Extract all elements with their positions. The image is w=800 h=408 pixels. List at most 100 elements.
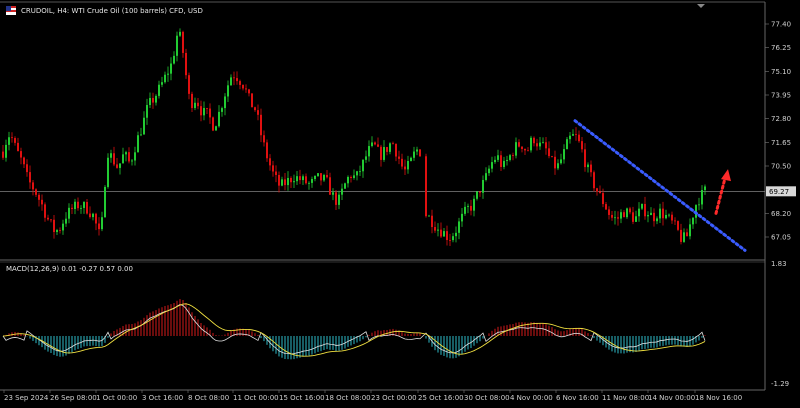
candle bbox=[650, 207, 652, 216]
macd-line bbox=[2, 304, 706, 355]
candle bbox=[542, 137, 544, 144]
candle bbox=[131, 159, 133, 166]
candle bbox=[59, 227, 61, 234]
candle bbox=[656, 216, 658, 225]
scroll-marker-icon[interactable] bbox=[697, 4, 705, 8]
candle bbox=[128, 147, 130, 164]
candle bbox=[560, 153, 562, 165]
candle bbox=[614, 210, 616, 225]
candle bbox=[215, 125, 217, 131]
candle bbox=[554, 150, 556, 175]
candle bbox=[179, 28, 181, 38]
candle bbox=[35, 188, 37, 197]
price-tick-label: 70.50 bbox=[771, 163, 791, 171]
candle bbox=[404, 159, 406, 175]
price-chart[interactable]: CRUDOIL, H4: WTI Crude Oil (100 barrels)… bbox=[0, 0, 800, 408]
candle bbox=[377, 137, 379, 148]
candle bbox=[401, 153, 403, 170]
candle bbox=[56, 228, 58, 235]
candle bbox=[161, 76, 163, 88]
candle bbox=[287, 171, 289, 191]
candle bbox=[188, 72, 190, 100]
candle bbox=[500, 150, 502, 171]
candle bbox=[176, 31, 178, 62]
candle bbox=[68, 203, 70, 224]
candle bbox=[506, 155, 508, 166]
candle bbox=[221, 106, 223, 117]
candle bbox=[251, 93, 253, 108]
candle bbox=[323, 173, 325, 182]
candle bbox=[617, 211, 619, 226]
candle bbox=[641, 203, 643, 210]
candle bbox=[335, 189, 337, 211]
candle bbox=[137, 131, 139, 153]
time-tick-label: 11 Nov 08:00 bbox=[602, 394, 649, 402]
time-tick-label: 26 Sep 08:00 bbox=[50, 394, 97, 402]
candle bbox=[20, 147, 22, 165]
candle bbox=[425, 153, 427, 218]
time-tick-label: 23 Sep 2024 bbox=[4, 394, 49, 402]
candle bbox=[62, 219, 64, 235]
candle bbox=[476, 191, 478, 201]
candle bbox=[218, 105, 220, 128]
candle bbox=[416, 146, 418, 156]
candle bbox=[299, 169, 301, 185]
candle bbox=[536, 138, 538, 151]
candle bbox=[530, 135, 532, 153]
downtrend-line[interactable] bbox=[573, 119, 747, 252]
candle bbox=[539, 136, 541, 150]
candle bbox=[392, 141, 394, 145]
candle bbox=[98, 217, 100, 236]
candle bbox=[320, 172, 322, 186]
candle bbox=[170, 57, 172, 81]
current-price-badge: 69.27 bbox=[766, 186, 796, 197]
candle bbox=[419, 149, 421, 157]
time-axis[interactable]: 23 Sep 2024 26 Sep 08:00 1 Oct 00:00 3 Oct … bbox=[3, 390, 742, 402]
candle bbox=[518, 139, 520, 148]
candle bbox=[368, 140, 370, 162]
candle bbox=[563, 144, 565, 164]
arrow-head-icon bbox=[721, 169, 731, 182]
candle bbox=[497, 149, 499, 163]
candle bbox=[26, 159, 28, 177]
candle bbox=[107, 153, 109, 189]
candle bbox=[395, 143, 397, 162]
candle bbox=[266, 139, 268, 162]
candle bbox=[413, 146, 415, 161]
time-tick-label: 25 Oct 16:00 bbox=[418, 394, 464, 402]
candle bbox=[230, 74, 232, 86]
candle bbox=[77, 197, 79, 211]
candle bbox=[503, 156, 505, 170]
candle bbox=[278, 171, 280, 193]
price-tick-label: 68.20 bbox=[771, 210, 791, 218]
candle bbox=[233, 71, 235, 86]
candle bbox=[74, 198, 76, 215]
candle bbox=[164, 71, 166, 84]
time-tick-label: 6 Nov 16:00 bbox=[556, 394, 599, 402]
candle bbox=[185, 48, 187, 79]
candle bbox=[209, 103, 211, 124]
macd-signal-line bbox=[2, 303, 706, 357]
price-axis[interactable]: 77.40 76.25 75.10 73.95 72.80 71.65 70.50 68.20… bbox=[765, 21, 791, 242]
candle bbox=[620, 209, 622, 224]
price-tick-label: 72.80 bbox=[771, 115, 791, 123]
price-tick-label: 76.25 bbox=[771, 44, 791, 52]
candle bbox=[548, 141, 550, 159]
candle bbox=[302, 174, 304, 186]
price-tick-label: 71.65 bbox=[771, 139, 791, 147]
candle bbox=[350, 175, 352, 183]
candle bbox=[572, 129, 574, 136]
candle bbox=[557, 159, 559, 171]
current-price-value: 69.27 bbox=[769, 188, 789, 196]
candle bbox=[92, 212, 94, 221]
macd-axis[interactable]: 1.83 -1.29 bbox=[771, 260, 789, 388]
candle bbox=[200, 100, 202, 122]
candle bbox=[140, 127, 142, 137]
candle bbox=[599, 185, 601, 194]
candle bbox=[566, 136, 568, 150]
candle bbox=[296, 171, 298, 186]
candle bbox=[359, 165, 361, 177]
candle bbox=[482, 175, 484, 199]
candle bbox=[86, 199, 88, 215]
candle bbox=[611, 211, 613, 221]
